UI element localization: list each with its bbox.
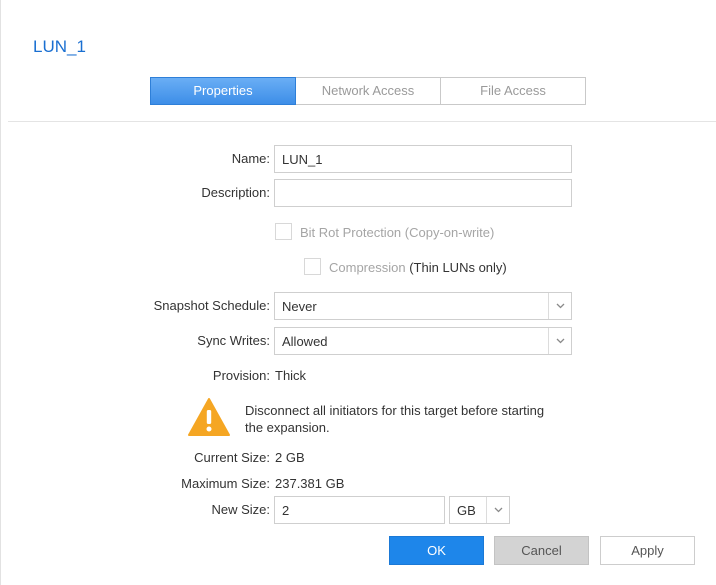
new-size-label: New Size: [211,502,270,517]
chevron-down-icon[interactable] [548,328,571,354]
header-divider [8,121,716,122]
page-title: LUN_1 [33,37,86,56]
warning-message: Disconnect all initiators for this targe… [245,403,545,435]
tab-file-access[interactable]: File Access [441,77,586,105]
sync-writes-label: Sync Writes: [197,333,270,348]
tab-properties[interactable]: Properties [150,77,296,105]
cancel-button[interactable]: Cancel [494,536,589,565]
compression-note: (Thin LUNs only) [409,260,507,275]
maximum-size-value: 237.381 GB [275,476,345,491]
new-size-input[interactable]: 2 [274,496,445,524]
snapshot-schedule-label: Snapshot Schedule: [153,298,270,313]
new-size-unit-select[interactable]: GB [449,496,510,524]
name-input[interactable]: LUN_1 [274,145,572,173]
current-size-label: Current Size: [194,450,270,465]
description-label: Description: [201,185,270,200]
provision-value: Thick [275,368,307,383]
snapshot-schedule-value: Never [282,299,317,314]
apply-button[interactable]: Apply [600,536,695,565]
provision-label: Provision: [212,368,270,383]
compression-label-group: Compression (Thin LUNs only) [329,260,507,275]
current-size-value: 2 GB [275,450,305,465]
new-size-unit-value: GB [457,503,476,518]
ok-button[interactable]: OK [389,536,484,565]
snapshot-schedule-select[interactable]: Never [274,292,572,320]
sync-writes-value: Allowed [282,334,328,349]
tab-bar: Properties Network Access File Access [150,77,586,105]
description-input[interactable] [274,179,572,207]
bitrot-label: Bit Rot Protection (Copy-on-write) [300,225,495,240]
chevron-down-icon[interactable] [548,293,571,319]
compression-checkbox[interactable] [304,258,321,275]
chevron-down-icon[interactable] [486,497,509,523]
tab-network-access[interactable]: Network Access [296,77,441,105]
name-label: Name: [231,151,270,166]
window-border [0,0,1,585]
maximum-size-label: Maximum Size: [181,476,270,491]
bitrot-checkbox[interactable] [275,223,292,240]
compression-label: Compression [329,260,406,275]
warning-icon [187,397,231,437]
sync-writes-select[interactable]: Allowed [274,327,572,355]
